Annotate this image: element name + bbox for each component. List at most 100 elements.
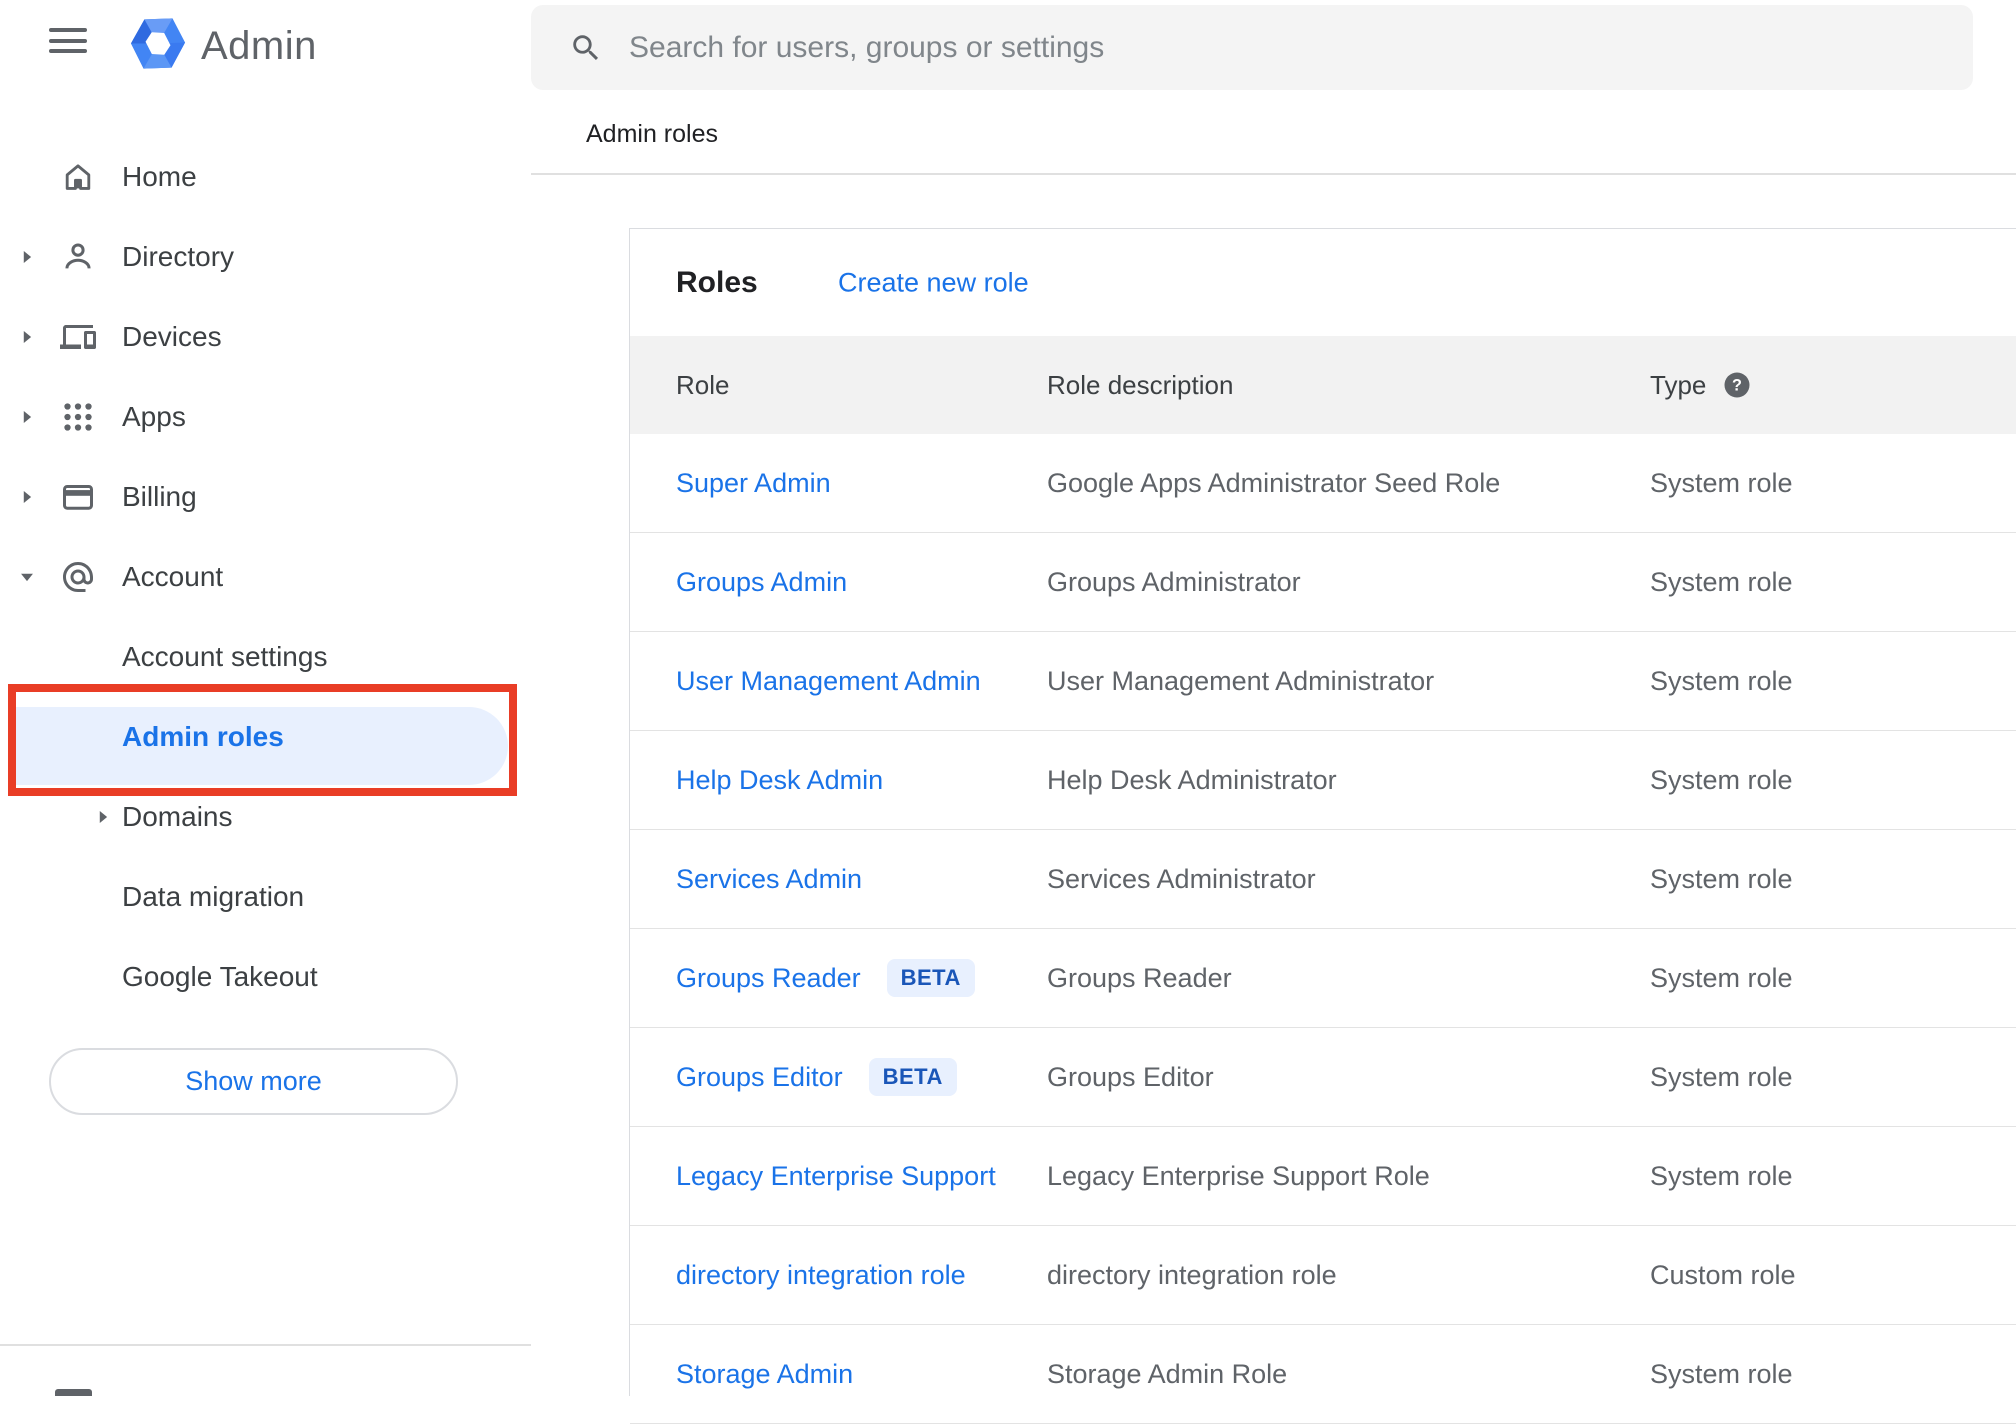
sidebar: Admin Home Directory Devices Apps Billing Acc… xyxy=(0,0,531,1396)
chevron-down-icon[interactable] xyxy=(16,566,38,588)
sidebar-item-account[interactable]: Account xyxy=(0,537,531,617)
sidebar-item-directory[interactable]: Directory xyxy=(0,217,531,297)
roles-card: Roles Create new role Role Role descript… xyxy=(629,228,2016,1424)
person-icon xyxy=(60,239,96,275)
sidebar-item-label: Data migration xyxy=(122,881,305,912)
role-link[interactable]: Storage Admin xyxy=(676,1359,853,1390)
role-description-cell: Groups Reader xyxy=(1047,962,1232,993)
role-link[interactable]: Services Admin xyxy=(676,864,862,895)
table-row: Services Admin Services Administrator Sy… xyxy=(630,830,2016,929)
table-row: Legacy Enterprise Support Legacy Enterpr… xyxy=(630,1127,2016,1226)
chevron-right-icon[interactable] xyxy=(16,246,38,268)
table-row: Super Admin Google Apps Administrator Se… xyxy=(630,434,2016,533)
sidebar-item-devices[interactable]: Devices xyxy=(0,297,531,377)
role-link[interactable]: Groups Editor xyxy=(676,1062,843,1093)
role-description-cell: Groups Administrator xyxy=(1047,566,1301,597)
role-type-cell: System role xyxy=(1650,962,1793,993)
role-link[interactable]: Groups Reader xyxy=(676,963,861,994)
role-link[interactable]: User Management Admin xyxy=(676,666,981,697)
sidebar-item-label: Admin roles xyxy=(122,721,284,752)
role-description-cell: directory integration role xyxy=(1047,1259,1337,1290)
role-cell: Groups Admin xyxy=(676,567,1047,598)
home-icon xyxy=(60,159,96,195)
sidebar-item-label: Account xyxy=(122,561,224,592)
role-type-cell: Custom role xyxy=(1650,1259,1796,1290)
svg-text:?: ? xyxy=(1732,377,1742,395)
role-description-cell: Storage Admin Role xyxy=(1047,1358,1288,1389)
table-row: Help Desk Admin Help Desk Administrator … xyxy=(630,731,2016,830)
role-type-cell: System role xyxy=(1650,1160,1793,1191)
role-link[interactable]: directory integration role xyxy=(676,1260,966,1291)
sidebar-item-label: Billing xyxy=(122,481,197,512)
sidebar-item-admin-roles[interactable]: Admin roles xyxy=(0,697,531,785)
create-new-role-link[interactable]: Create new role xyxy=(838,267,1029,298)
sidebar-item-label: Directory xyxy=(122,241,235,272)
table-row: User Management Admin User Management Ad… xyxy=(630,632,2016,731)
role-link[interactable]: Help Desk Admin xyxy=(676,765,883,796)
chevron-right-icon[interactable] xyxy=(92,806,114,828)
role-type-cell: System role xyxy=(1650,665,1793,696)
role-description-cell: Services Administrator xyxy=(1047,863,1316,894)
chevron-right-icon[interactable] xyxy=(16,326,38,348)
role-description-cell: Help Desk Administrator xyxy=(1047,764,1337,795)
sidebar-item-home[interactable]: Home xyxy=(0,137,531,217)
sidebar-item-billing[interactable]: Billing xyxy=(0,457,531,537)
role-cell: Help Desk Admin xyxy=(676,765,1047,796)
sidebar-item-label: Account settings xyxy=(122,641,328,672)
role-description-cell: Legacy Enterprise Support Role xyxy=(1047,1160,1430,1191)
page-title: Roles xyxy=(676,265,758,299)
role-description-cell: User Management Administrator xyxy=(1047,665,1435,696)
column-header-type: Type ? xyxy=(1650,370,2016,401)
role-description-cell: Google Apps Administrator Seed Role xyxy=(1047,467,1501,498)
content-divider xyxy=(531,173,2016,175)
beta-badge: BETA xyxy=(886,959,975,997)
table-row: Storage Admin Storage Admin Role System … xyxy=(630,1325,2016,1424)
sidebar-bottom-divider xyxy=(0,1344,531,1346)
roles-card-titlebar: Roles Create new role xyxy=(630,229,2016,336)
chevron-right-icon[interactable] xyxy=(16,406,38,428)
billing-icon xyxy=(60,479,96,515)
role-cell: directory integration role xyxy=(676,1260,1047,1291)
role-type-cell: System role xyxy=(1650,1358,1793,1389)
sidebar-item-apps[interactable]: Apps xyxy=(0,377,531,457)
sidebar-item-label: Devices xyxy=(122,321,222,352)
role-cell: User Management Admin xyxy=(676,666,1047,697)
role-cell: Storage Admin xyxy=(676,1359,1047,1390)
role-cell: Legacy Enterprise Support xyxy=(676,1161,1047,1192)
sidebar-item-data-migration[interactable]: Data migration xyxy=(0,857,531,937)
chevron-right-icon[interactable] xyxy=(16,486,38,508)
beta-badge: BETA xyxy=(868,1058,957,1096)
table-header: Role Role description Type ? xyxy=(630,336,2016,434)
sidebar-item-label: Apps xyxy=(122,401,186,432)
breadcrumb: Admin roles xyxy=(586,120,718,148)
role-cell: Services Admin xyxy=(676,864,1047,895)
search-icon xyxy=(569,31,603,65)
role-type-cell: System role xyxy=(1650,566,1793,597)
column-header-role: Role xyxy=(676,369,730,400)
sidebar-item-google-takeout[interactable]: Google Takeout xyxy=(0,937,531,1017)
table-body: Super Admin Google Apps Administrator Se… xyxy=(630,434,2016,1424)
table-row: directory integration role directory int… xyxy=(630,1226,2016,1325)
sidebar-nav: Home Directory Devices Apps Billing Account Ac… xyxy=(0,0,531,1396)
role-type-cell: System role xyxy=(1650,467,1793,498)
role-type-cell: System role xyxy=(1650,863,1793,894)
sidebar-item-label: Domains xyxy=(122,801,233,832)
role-link[interactable]: Legacy Enterprise Support xyxy=(676,1161,996,1192)
table-row: Groups Admin Groups Administrator System… xyxy=(630,533,2016,632)
role-cell: Super Admin xyxy=(676,468,1047,499)
table-row: Groups Reader BETA Groups Reader System … xyxy=(630,929,2016,1028)
sidebar-item-label: Home xyxy=(122,161,197,192)
sidebar-item-account-settings[interactable]: Account settings xyxy=(0,617,531,697)
role-link[interactable]: Groups Admin xyxy=(676,567,847,598)
devices-icon xyxy=(60,319,96,355)
partial-bottom-icon xyxy=(55,1389,92,1396)
help-icon[interactable]: ? xyxy=(1722,370,1752,400)
sidebar-item-label: Google Takeout xyxy=(122,961,318,992)
show-more-button[interactable]: Show more xyxy=(49,1048,458,1115)
search-bar[interactable] xyxy=(531,5,1973,90)
sidebar-item-domains[interactable]: Domains xyxy=(0,777,531,857)
role-cell: Groups Reader BETA xyxy=(676,959,1047,997)
role-link[interactable]: Super Admin xyxy=(676,468,831,499)
role-description-cell: Groups Editor xyxy=(1047,1061,1214,1092)
search-input[interactable] xyxy=(627,29,1973,66)
